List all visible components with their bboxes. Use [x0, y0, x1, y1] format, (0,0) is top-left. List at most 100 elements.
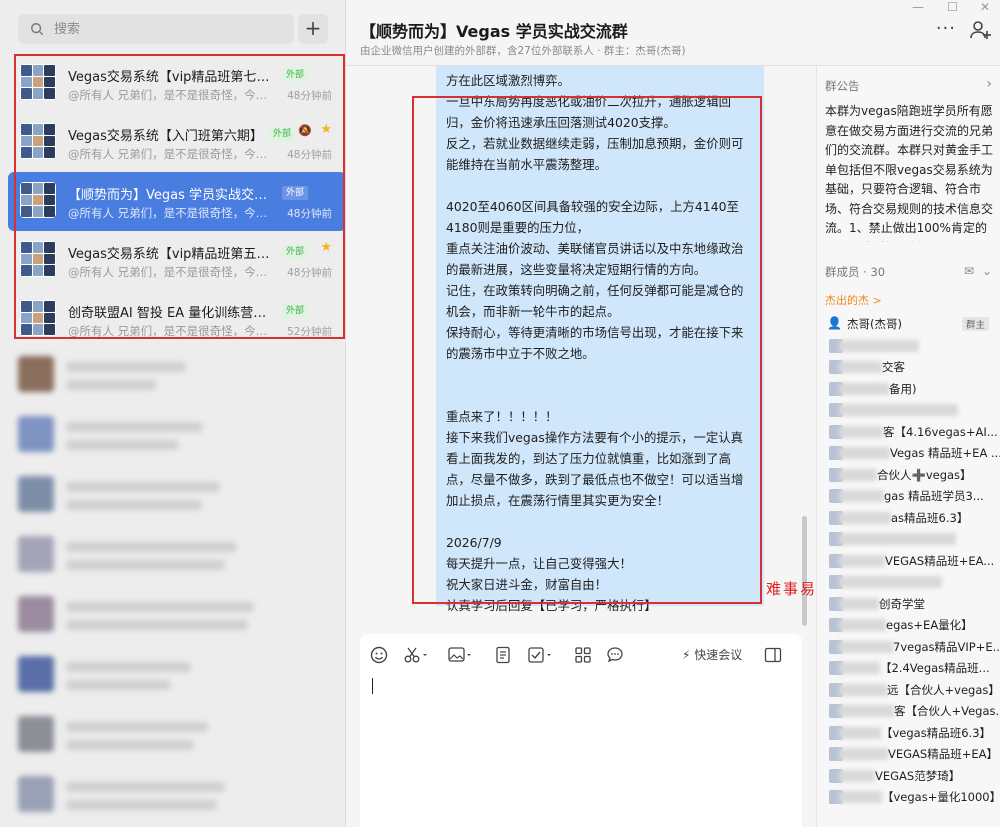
member-item[interactable]: VEGAS范梦琦】 — [825, 766, 1000, 788]
maximize-icon[interactable]: ☐ — [947, 0, 958, 14]
chat-title: 创奇联盟AI 智投 EA 量化训练营二班 — [68, 306, 276, 321]
blurred-name — [839, 511, 891, 524]
message-bubble[interactable]: 方在此区域激烈博弈。一旦中东局势再度恶化或油价二次拉升，通胀逻辑回归，金价将迅速… — [436, 66, 764, 613]
member-item[interactable]: VEGAS精品班+EA... — [825, 551, 1000, 573]
search-box[interactable] — [18, 14, 294, 44]
group-notice-text[interactable]: 本群为vegas陪跑班学员所有愿意在做交易方面进行交流的兄弟们的交流群。本群只对… — [825, 102, 997, 242]
member-item[interactable] — [825, 529, 1000, 551]
member-name: 创奇学堂 — [879, 596, 925, 611]
more-options-icon[interactable]: ··· — [936, 18, 956, 39]
member-item[interactable]: 远【合伙人+vegas】 — [825, 680, 1000, 702]
member-item[interactable]: 【vegas+量化1000】 — [825, 787, 1000, 809]
message-area[interactable]: 方在此区域激烈博弈。一旦中东局势再度恶化或油价二次拉升，通胀逻辑回归，金价将迅速… — [346, 66, 816, 634]
chat-list-item[interactable]: Vegas交易系统【vip精品班第五期】... 外部 @所有人 兄弟们，是不是很奇怪… — [8, 231, 345, 290]
star-icon[interactable]: ★ — [320, 240, 332, 255]
sidebar-toggle-icon[interactable] — [764, 646, 786, 668]
message-line: 一旦中东局势再度恶化或油价二次拉升，通胀逻辑回归，金价将迅速承压回落测试4020… — [446, 94, 731, 130]
member-item[interactable]: 备用) — [825, 379, 1000, 401]
blurred-chat-item[interactable] — [0, 464, 345, 524]
blurred-text — [66, 482, 220, 492]
member-item[interactable] — [825, 336, 1000, 358]
task-checkbox-icon[interactable] — [528, 646, 558, 668]
member-item[interactable]: 客【合伙人+Vegas... — [825, 701, 1000, 723]
add-button[interactable]: + — [298, 14, 328, 44]
chat-bubble-icon[interactable] — [606, 646, 628, 668]
external-tag: 外部 — [282, 68, 309, 82]
member-name: 【2.4Vegas精品班... — [880, 661, 990, 675]
owner-link[interactable]: 杰出的杰 > — [825, 292, 882, 308]
member-item[interactable]: VEGAS精品班+EA】 — [825, 744, 1000, 766]
chevron-right-icon[interactable]: › — [986, 76, 992, 92]
member-item[interactable]: 客【4.16vegas+AI... — [825, 422, 1000, 444]
owner-badge: 群主 — [961, 317, 989, 331]
chat-list-item[interactable]: 【顺势而为】Vegas 学员实战交流群 外部 @所有人 兄弟们，是不是很奇怪，今天.… — [8, 172, 345, 231]
blurred-avatar — [18, 656, 54, 692]
blurred-text — [66, 800, 217, 810]
add-member-icon[interactable] — [968, 18, 992, 42]
member-item[interactable]: Vegas 精品班+EA ... — [825, 443, 1000, 465]
blurred-name — [839, 490, 884, 502]
member-item[interactable]: 【2.4Vegas精品班... — [825, 658, 1000, 680]
blurred-chat-item[interactable] — [0, 584, 345, 644]
member-item[interactable]: 合伙人➕vegas】 — [825, 465, 1000, 487]
apps-grid-icon[interactable] — [574, 646, 596, 668]
chevron-down-icon[interactable]: ⌄ — [982, 264, 992, 278]
blurred-text — [66, 560, 225, 570]
blurred-name — [839, 361, 882, 373]
member-item[interactable] — [825, 572, 1000, 594]
blurred-name — [839, 533, 956, 545]
group-avatar — [20, 182, 56, 218]
member-item[interactable]: 交客 — [825, 357, 1000, 379]
member-name: Vegas 精品班+EA ... — [890, 446, 1000, 460]
chat-list-item[interactable]: Vegas交易系统【vip精品班第七期】 外部 @所有人 兄弟们，是不是很奇怪，今天… — [8, 54, 345, 113]
blurred-text — [66, 662, 191, 672]
blurred-text — [66, 722, 208, 732]
quick-meeting-label: 快速会议 — [694, 648, 743, 662]
group-avatar — [20, 241, 56, 277]
chat-title: 【顺势而为】Vegas 学员实战交流群 — [68, 188, 276, 203]
blurred-avatar — [18, 356, 54, 392]
member-item[interactable]: 创奇学堂 — [825, 594, 1000, 616]
blurred-chat-item[interactable] — [0, 644, 345, 704]
blurred-text — [66, 740, 194, 750]
member-name: 备用) — [889, 381, 917, 396]
document-icon[interactable] — [494, 646, 516, 668]
minimize-icon[interactable]: — — [912, 0, 924, 14]
blurred-chat-item[interactable] — [0, 764, 345, 824]
chat-list-item[interactable]: 创奇联盟AI 智投 EA 量化训练营二班 外部 @所有人 兄弟们，是不是很奇怪，今天… — [8, 290, 345, 349]
member-item[interactable]: gas 精品班学员3... — [825, 486, 1000, 508]
emoji-icon[interactable] — [370, 646, 392, 668]
blurred-name — [839, 705, 894, 717]
image-icon[interactable] — [448, 646, 478, 668]
member-item[interactable] — [825, 400, 1000, 422]
quick-meeting-button[interactable]: ⚡ 快速会议 — [682, 646, 742, 663]
screenshot-scissors-icon[interactable] — [404, 646, 434, 668]
blurred-chat-item[interactable] — [0, 404, 345, 464]
message-line: 方在此区域激烈博弈。 — [446, 73, 570, 88]
message-input[interactable] — [370, 674, 790, 814]
chat-title: Vegas交易系统【vip精品班第五期】... — [68, 247, 276, 262]
member-name: 【vegas+量化1000】 — [882, 790, 1000, 804]
member-owner[interactable]: 👤 杰哥(杰哥) 群主 — [825, 314, 1000, 336]
member-name: VEGAS范梦琦】 — [875, 768, 961, 783]
blurred-chat-item[interactable] — [0, 344, 345, 404]
external-tag: 外部 — [282, 186, 309, 200]
star-icon[interactable]: ★ — [320, 122, 332, 137]
message-scrollbar[interactable] — [802, 516, 807, 626]
message-line — [446, 364, 754, 385]
blurred-name — [839, 554, 885, 567]
close-icon[interactable]: ✕ — [980, 0, 990, 14]
message-icon[interactable]: ✉ — [964, 264, 974, 278]
member-name: gas 精品班学员3... — [884, 489, 984, 503]
member-item[interactable]: as精品班6.3】 — [825, 508, 1000, 530]
group-notice-title: 群公告 — [825, 79, 860, 93]
member-item[interactable]: egas+EA量化】 — [825, 615, 1000, 637]
blurred-chat-item[interactable] — [0, 524, 345, 584]
blurred-name — [839, 339, 919, 352]
chat-list-item[interactable]: Vegas交易系统【入门班第六期】 外部 @所有人 兄弟们，是不是很奇怪，今天...… — [8, 113, 345, 172]
blurred-text — [66, 602, 254, 612]
member-item[interactable]: 7vegas精品VIP+E... — [825, 637, 1000, 659]
blurred-chat-item[interactable] — [0, 704, 345, 764]
member-item[interactable]: 【vegas精品班6.3】 — [825, 723, 1000, 745]
search-input[interactable] — [54, 14, 284, 44]
